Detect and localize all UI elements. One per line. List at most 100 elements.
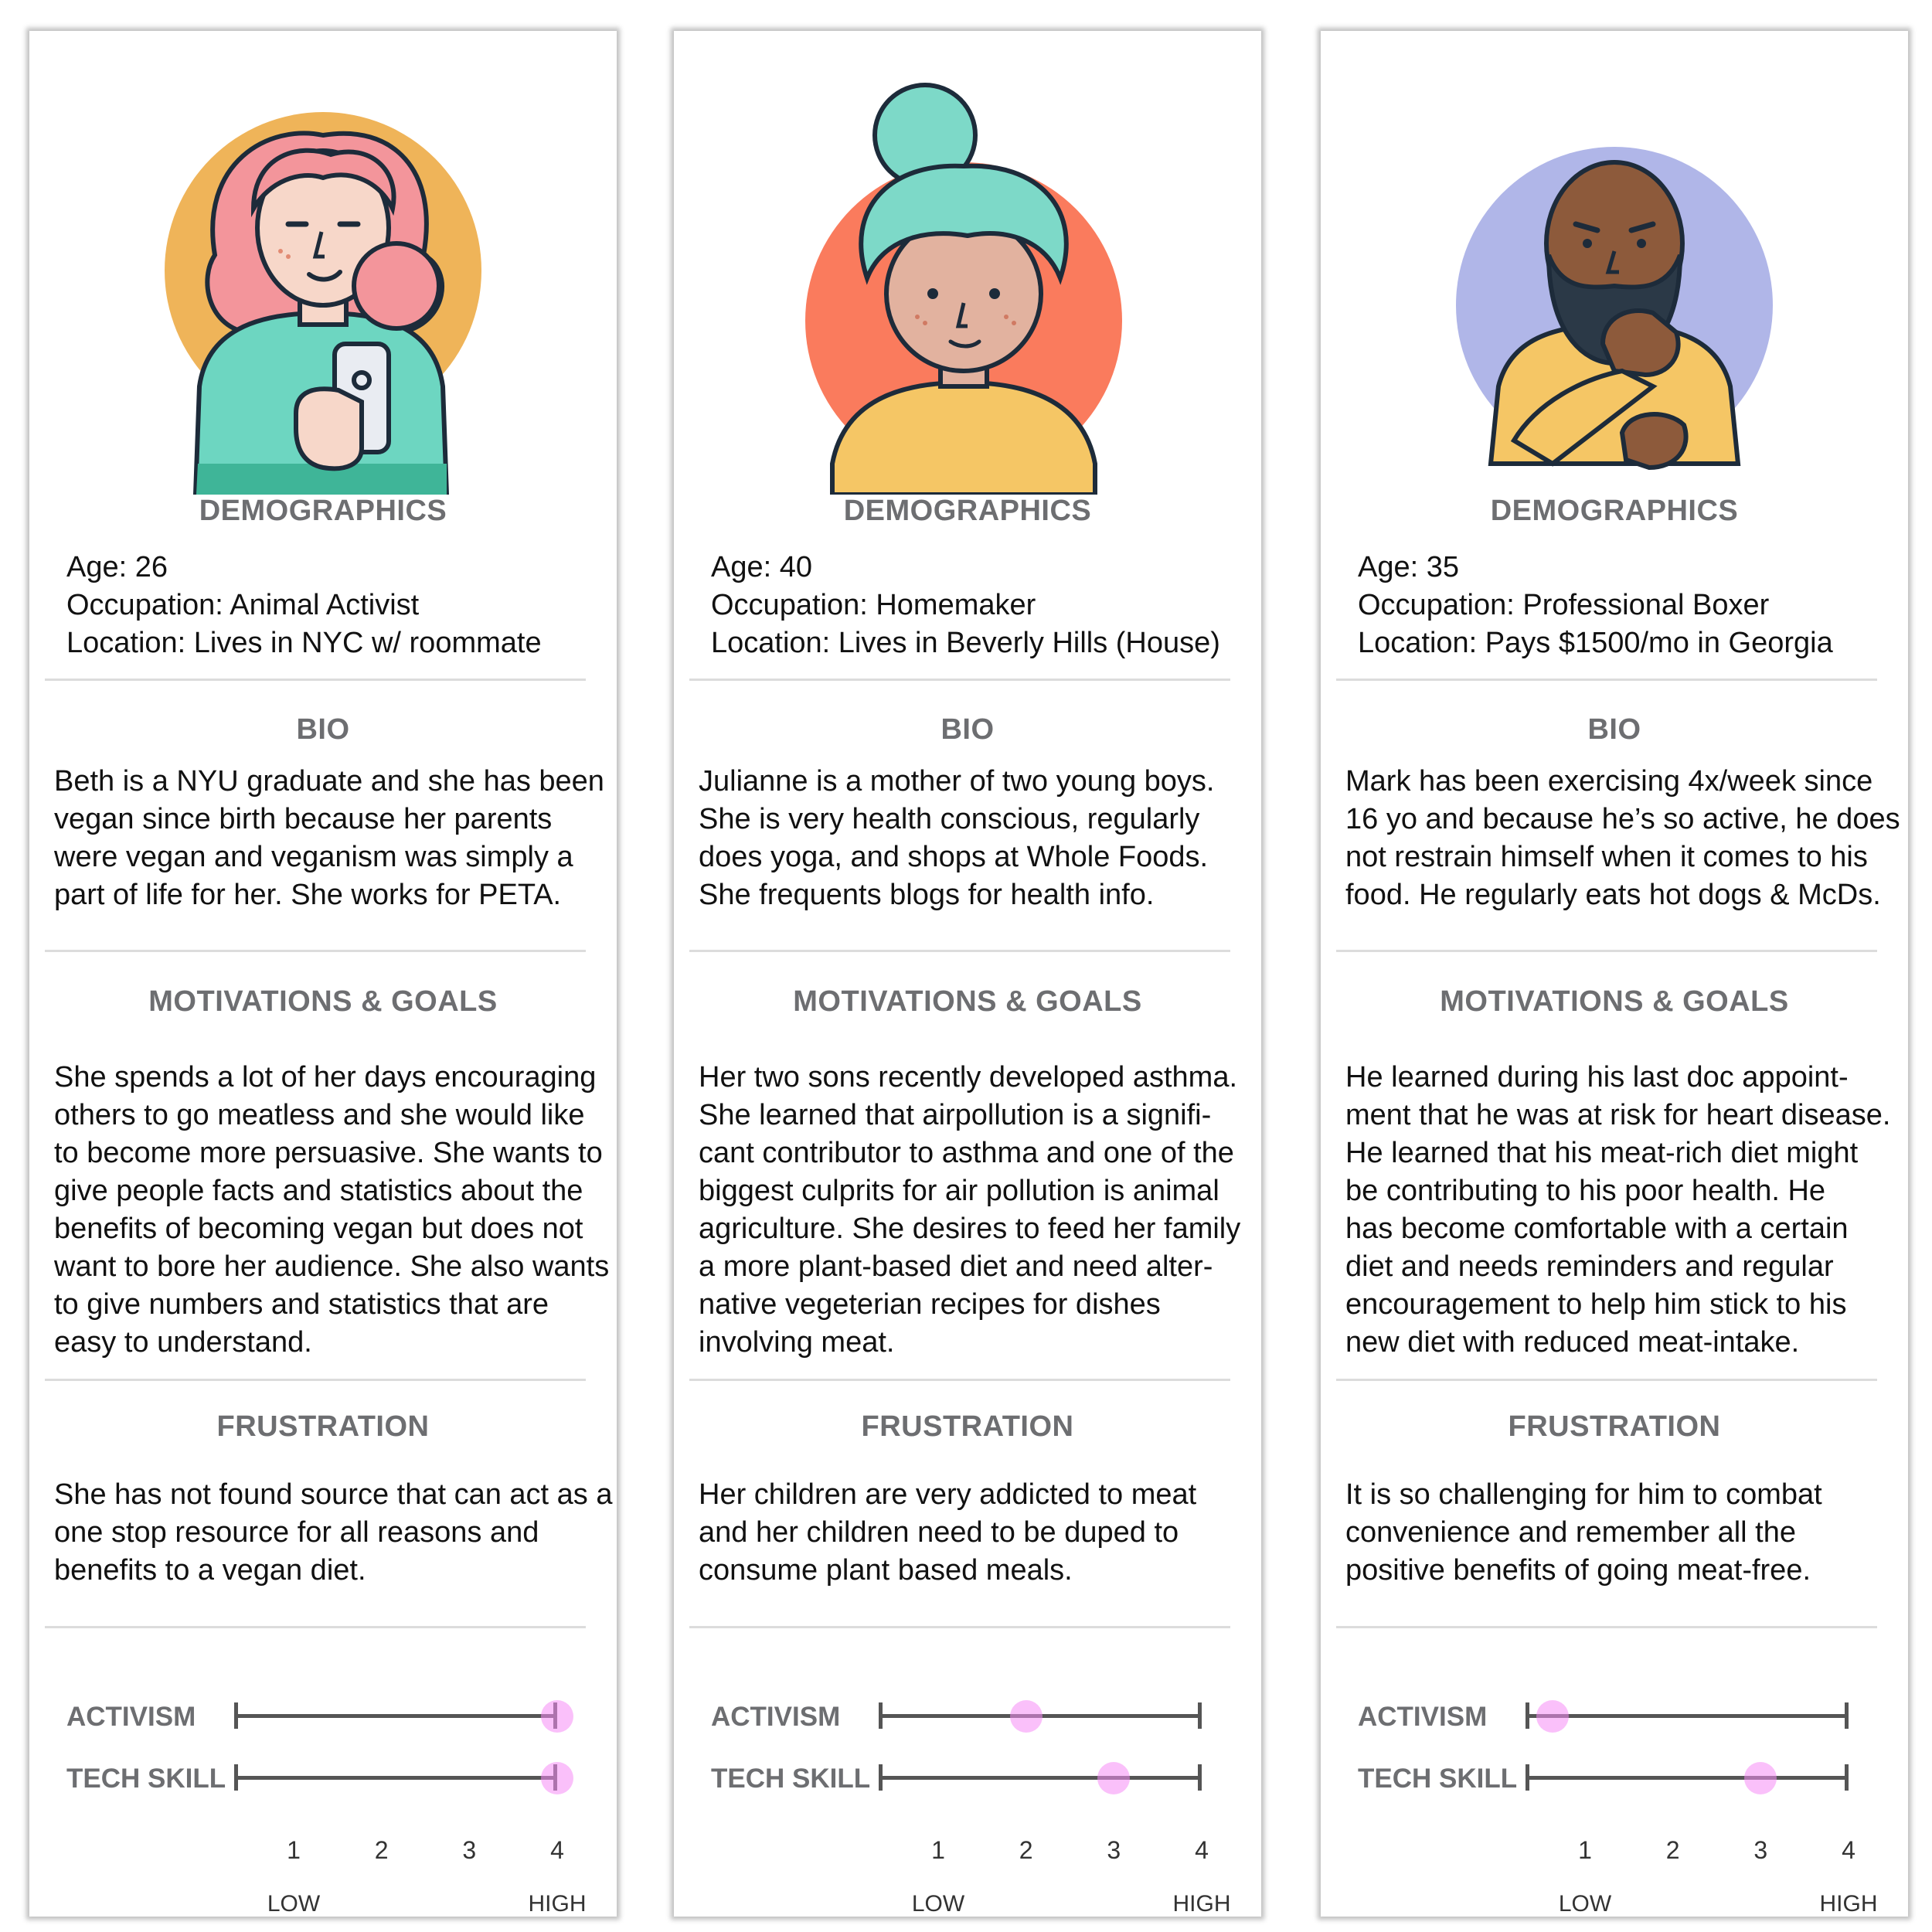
divider: [689, 950, 1230, 952]
motivation-line: native vegeterian recipes for dishes: [699, 1288, 1161, 1321]
motivation-line: He learned that his meat-rich diet might: [1345, 1137, 1859, 1169]
motivations-text: She spends a lot of her days encouraging…: [54, 1059, 610, 1362]
persona-card-beth: DEMOGRAPHICS Age: 26 Occupation: Animal …: [29, 31, 617, 1917]
motivation-line: benefits of becoming vegan but does not: [54, 1213, 583, 1245]
beth-avatar-illustration: [130, 77, 516, 495]
occupation-text: Occupation: Animal Activist: [66, 589, 420, 621]
scale-tick: 1: [931, 1836, 945, 1864]
bio-text: Julianne is a mother of two young boys. …: [699, 763, 1252, 914]
activism-label: ACTIVISM: [1358, 1702, 1488, 1732]
tech-skill-marker: [1097, 1762, 1131, 1794]
motivation-line: to give numbers and statistics that are: [54, 1288, 549, 1321]
demographics-heading: DEMOGRAPHICS: [199, 495, 447, 527]
bio-text: Beth is a NYU graduate and she has been …: [54, 763, 607, 914]
bio-line: Mark has been exercising 4x/week since: [1345, 765, 1873, 798]
divider: [45, 950, 586, 952]
scale-tick: 1: [1578, 1836, 1592, 1864]
frustration-line: benefits to a vegan diet.: [54, 1554, 366, 1587]
motivation-line: cant contributor to asthma and one of th…: [699, 1137, 1234, 1169]
motivation-line: others to go meatless and she would like: [54, 1099, 585, 1131]
motivation-line: encouragement to help him stick to his: [1345, 1288, 1847, 1321]
motivations-text: He learned during his last doc appoint- …: [1345, 1059, 1899, 1362]
tech-skill-scale: [879, 1762, 1202, 1794]
motivations-heading: MOTIVATIONS & GOALS: [793, 985, 1142, 1018]
motivation-line: She spends a lot of her days encouraging: [54, 1061, 597, 1094]
motivation-line: She learned that airpollution is a signi…: [699, 1099, 1212, 1131]
tech-skill-marker: [541, 1762, 573, 1794]
divider: [45, 1379, 586, 1381]
bio-line: Julianne is a mother of two young boys.: [699, 765, 1215, 798]
motivations-heading: MOTIVATIONS & GOALS: [148, 985, 498, 1018]
motivation-line: has become comfortable with a certain: [1345, 1213, 1849, 1245]
divider: [1336, 679, 1877, 681]
scale-tick: 2: [374, 1836, 389, 1864]
divider: [1336, 1379, 1877, 1381]
motivation-line: Her two sons recently developed asthma.: [699, 1061, 1238, 1094]
divider: [689, 1379, 1230, 1381]
tech-skill-scale: [1526, 1762, 1849, 1794]
tech-skill-marker: [1744, 1762, 1777, 1794]
activism-label: ACTIVISM: [66, 1702, 196, 1732]
demographics-text: Age: 35 Occupation: Professional Boxer L…: [1358, 549, 1911, 662]
frustration-line: one stop resource for all reasons and: [54, 1516, 539, 1549]
demographics-text: Age: 40 Occupation: Homemaker Location: …: [711, 549, 1264, 662]
frustration-heading: FRUSTRATION: [216, 1410, 430, 1443]
occupation-text: Occupation: Homemaker: [711, 589, 1036, 621]
activism-marker: [541, 1700, 573, 1733]
divider: [1336, 1626, 1877, 1628]
divider: [45, 679, 586, 681]
scale-high-label: HIGH: [1172, 1891, 1231, 1917]
scale-tick: 4: [1842, 1836, 1855, 1864]
activism-marker: [1536, 1700, 1569, 1733]
scale-high-label: HIGH: [1819, 1891, 1878, 1917]
activism-scale: [1526, 1700, 1849, 1733]
divider: [689, 679, 1230, 681]
divider: [45, 1626, 586, 1628]
frustration-line: She has not found source that can act as…: [54, 1478, 613, 1511]
frustration-line: consume plant based meals.: [699, 1554, 1073, 1587]
motivation-line: to become more persuasive. She wants to: [54, 1137, 603, 1169]
motivation-line: involving meat.: [699, 1326, 895, 1359]
demographics-text: Age: 26 Occupation: Animal Activist Loca…: [66, 549, 620, 662]
scale-tick: 3: [1753, 1836, 1768, 1864]
bio-line: Beth is a NYU graduate and she has been: [54, 765, 604, 798]
frustration-text: It is so challenging for him to combat c…: [1345, 1476, 1899, 1590]
motivation-line: ment that he was at risk for heart disea…: [1345, 1099, 1891, 1131]
bio-line: were vegan and veganism was simply a: [54, 841, 573, 873]
scale-tick: 3: [462, 1836, 477, 1864]
frustration-line: convenience and remember all the: [1345, 1516, 1797, 1549]
motivations-text: Her two sons recently developed asthma. …: [699, 1059, 1252, 1362]
frustration-heading: FRUSTRATION: [861, 1410, 1074, 1443]
bio-line: part of life for her. She works for PETA…: [54, 879, 562, 911]
activism-scale: [234, 1700, 573, 1733]
bio-heading: BIO: [296, 713, 350, 746]
motivation-line: want to bore her audience. She also want…: [54, 1250, 610, 1283]
tech-skill-label: TECH SKILL: [1358, 1764, 1518, 1794]
tech-skill-scale: [234, 1762, 573, 1794]
scale-low-label: LOW: [1558, 1891, 1612, 1917]
scale-tick: 1: [287, 1836, 301, 1864]
julianne-avatar-illustration: [774, 77, 1161, 495]
frustration-text: She has not found source that can act as…: [54, 1476, 613, 1590]
persona-card-mark: DEMOGRAPHICS Age: 35 Occupation: Profess…: [1321, 31, 1908, 1917]
bio-line: vegan since birth because her parents: [54, 803, 553, 835]
persona-card-julianne: DEMOGRAPHICS Age: 40 Occupation: Homemak…: [674, 31, 1261, 1917]
age-text: Age: 35: [1358, 551, 1459, 583]
scale-low-label: LOW: [267, 1891, 321, 1917]
frustration-line: It is so challenging for him to combat: [1345, 1478, 1822, 1511]
motivation-line: diet and needs reminders and regular: [1345, 1250, 1834, 1283]
occupation-text: Occupation: Professional Boxer: [1358, 589, 1770, 621]
location-text: Location: Lives in Beverly Hills (House): [711, 627, 1220, 659]
bio-line: food. He regularly eats hot dogs & McDs.: [1345, 879, 1881, 911]
divider: [689, 1626, 1230, 1628]
motivation-line: give people facts and statistics about t…: [54, 1175, 583, 1207]
scale-tick: 2: [1019, 1836, 1033, 1864]
scale-tick: 3: [1107, 1836, 1121, 1864]
motivation-line: biggest culprits for air pollution is an…: [699, 1175, 1219, 1207]
activism-label: ACTIVISM: [711, 1702, 841, 1732]
location-text: Location: Pays $1500/mo in Georgia: [1358, 627, 1833, 659]
mark-avatar-illustration: [1421, 77, 1808, 495]
tech-skill-label: TECH SKILL: [711, 1764, 871, 1794]
scale-low-label: LOW: [911, 1891, 965, 1917]
frustration-heading: FRUSTRATION: [1508, 1410, 1721, 1443]
